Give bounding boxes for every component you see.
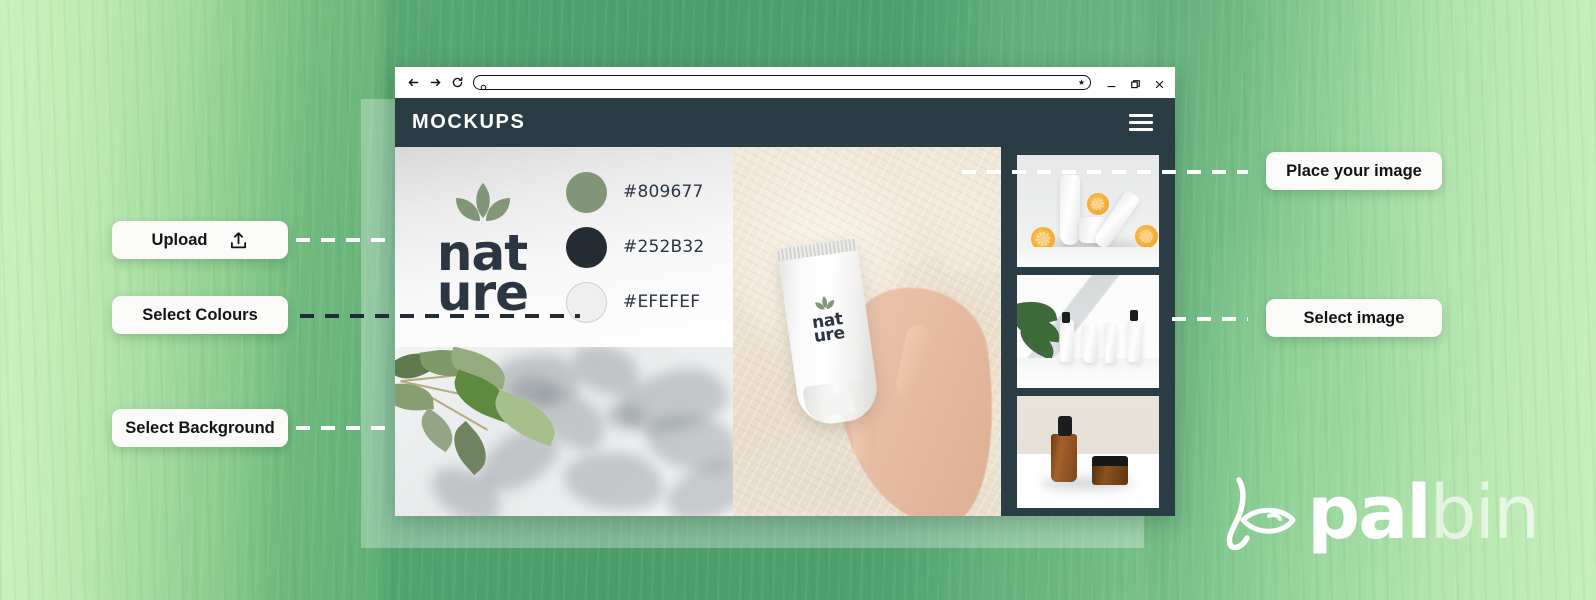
colour-hex-label: #809677: [623, 182, 704, 202]
thumbnail-bottles-with-palm-leaf[interactable]: [1017, 275, 1159, 388]
palbin-wordmark: palbin: [1307, 476, 1540, 550]
upload-button-label: Upload: [151, 230, 208, 249]
upload-button[interactable]: Upload: [112, 221, 288, 259]
colour-swatch[interactable]: [566, 226, 607, 268]
colour-hex-label: #EFEFEF: [623, 292, 701, 312]
colour-swatch-row[interactable]: #EFEFEF: [566, 281, 704, 323]
maximize-icon[interactable]: [1130, 77, 1141, 89]
connector-upload: [296, 238, 392, 242]
browser-window: ★ MOCKUPS nat ure #809677 #252B32 #EFEFE…: [395, 67, 1175, 516]
background-image-panel[interactable]: [395, 347, 733, 516]
colour-hex-label: #252B32: [623, 237, 705, 257]
colour-swatch-row[interactable]: #809677: [566, 171, 704, 213]
address-bar[interactable]: ★: [473, 75, 1091, 90]
colour-swatch-list: #809677 #252B32 #EFEFEF: [560, 171, 705, 323]
hero-image-panel[interactable]: nat ure: [733, 147, 1001, 516]
three-leaves-icon: [440, 181, 526, 235]
tube-nature-logo: nat ure: [795, 291, 859, 347]
connector-select-background: [296, 426, 392, 430]
close-icon[interactable]: [1154, 77, 1165, 89]
nature-logo: nat ure: [395, 181, 560, 322]
page-title: MOCKUPS: [412, 111, 526, 133]
palbin-wordmark-bold: pal: [1307, 469, 1431, 556]
screenshot-root: ★ MOCKUPS nat ure #809677 #252B32 #EFEFE…: [0, 0, 1596, 600]
brand-column: nat ure #809677 #252B32 #EFEFEF: [395, 147, 733, 516]
place-your-image-button-label: Place your image: [1286, 161, 1422, 180]
magnifier-icon: [480, 79, 488, 89]
select-colours-button[interactable]: Select Colours: [112, 296, 288, 334]
select-colours-button-label: Select Colours: [142, 305, 258, 324]
thumbnail-list: [1001, 147, 1175, 516]
place-your-image-button[interactable]: Place your image: [1266, 152, 1442, 190]
select-image-button[interactable]: Select image: [1266, 299, 1442, 337]
connector-select-colours: [300, 314, 580, 318]
connector-place-your-image: [962, 170, 1248, 174]
browser-toolbar: ★: [395, 67, 1175, 98]
palbin-logo: palbin: [1213, 476, 1540, 551]
connector-select-image: [1172, 317, 1248, 321]
arrow-right-icon[interactable]: [429, 76, 442, 89]
select-background-button[interactable]: Select Background: [112, 409, 288, 447]
app-body: nat ure #809677 #252B32 #EFEFEF nat ure: [395, 147, 1175, 516]
minimize-icon[interactable]: [1106, 77, 1117, 88]
hamburger-menu-icon[interactable]: [1129, 114, 1153, 131]
upload-icon: [229, 231, 248, 250]
thumbnail-amber-dropper-and-jar[interactable]: [1017, 395, 1159, 508]
palbin-wordmark-light: bin: [1429, 469, 1540, 556]
select-image-button-label: Select image: [1303, 308, 1405, 327]
logo-text-line2: ure: [436, 264, 529, 322]
select-background-button-label: Select Background: [125, 418, 275, 437]
colour-swatch[interactable]: [566, 171, 607, 213]
reload-icon[interactable]: [451, 76, 464, 89]
colour-swatch-row[interactable]: #252B32: [566, 226, 705, 268]
app-header: MOCKUPS: [395, 98, 1175, 147]
fish-icon: [1213, 476, 1301, 551]
arrow-left-icon[interactable]: [407, 76, 420, 89]
star-icon[interactable]: ★: [1078, 78, 1085, 87]
